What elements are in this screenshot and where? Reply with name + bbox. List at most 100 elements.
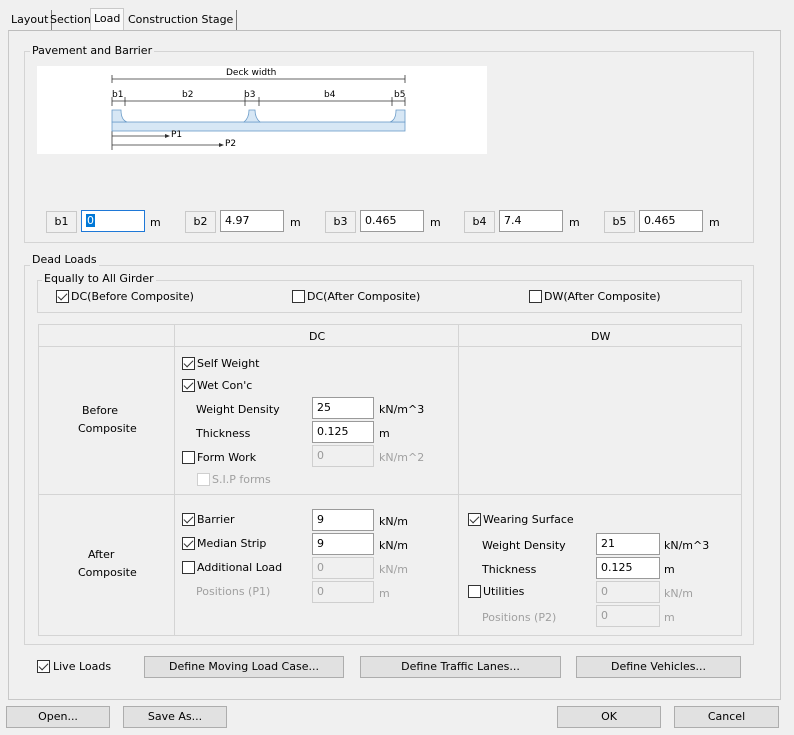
table-divider	[38, 346, 742, 347]
b3-label: b3	[325, 211, 356, 233]
additional-load-input[interactable]: 0	[312, 557, 374, 579]
thickness-unit: m	[379, 427, 390, 440]
p1-label: P1	[171, 130, 183, 140]
open-button[interactable]: Open...	[6, 706, 110, 728]
dc-before-label: DC(Before Composite)	[71, 290, 194, 303]
utilities-label: Utilities	[483, 585, 525, 598]
b1-unit: m	[150, 216, 161, 229]
weight-density-label: Weight Density	[196, 403, 280, 416]
dw-after-checkbox[interactable]	[529, 290, 542, 303]
equally-group-title: Equally to All Girder	[42, 272, 156, 285]
barrier-input[interactable]: 9	[312, 509, 374, 531]
before-label-2: Composite	[78, 422, 137, 435]
b2-dim-label: b2	[182, 90, 194, 100]
median-strip-label: Median Strip	[197, 537, 267, 550]
save-as-button[interactable]: Save As...	[123, 706, 227, 728]
b4-input[interactable]: 7.4	[499, 210, 563, 232]
ws-thickness-label: Thickness	[482, 563, 537, 576]
positions-p2-input[interactable]: 0	[596, 605, 660, 627]
additional-load-label: Additional Load	[197, 561, 283, 574]
col-dw-header: DW	[591, 330, 611, 343]
b3-dim-label: b3	[244, 90, 256, 100]
table-divider	[38, 494, 742, 495]
b1-dim-label: b1	[112, 90, 124, 100]
positions-p1-input[interactable]: 0	[312, 581, 374, 603]
ws-weight-density-label: Weight Density	[482, 539, 566, 552]
wearing-surface-checkbox[interactable]	[468, 513, 481, 526]
before-label-1: Before	[82, 404, 118, 417]
b2-input[interactable]: 4.97	[220, 210, 284, 232]
after-label-2: Composite	[78, 566, 137, 579]
b5-input[interactable]: 0.465	[639, 210, 703, 232]
b5-unit: m	[709, 216, 720, 229]
after-label-1: After	[88, 548, 115, 561]
deck-section-svg	[111, 75, 406, 150]
dc-after-checkbox[interactable]	[292, 290, 305, 303]
ws-thickness-input[interactable]: 0.125	[596, 557, 660, 579]
pavement-group-title: Pavement and Barrier	[30, 44, 155, 57]
b1-input[interactable]: 0	[81, 210, 145, 232]
form-work-unit: kN/m^2	[379, 451, 425, 464]
b4-label: b4	[464, 211, 495, 233]
dead-loads-title: Dead Loads	[30, 253, 99, 266]
thickness-label: Thickness	[196, 427, 251, 440]
b2-unit: m	[290, 216, 301, 229]
b5-label: b5	[604, 211, 635, 233]
barrier-checkbox[interactable]	[182, 513, 195, 526]
ok-button[interactable]: OK	[557, 706, 661, 728]
live-loads-label: Live Loads	[53, 660, 112, 673]
define-vehicles-button[interactable]: Define Vehicles...	[576, 656, 741, 678]
sip-forms-checkbox[interactable]	[197, 473, 210, 486]
median-strip-input[interactable]: 9	[312, 533, 374, 555]
dc-before-checkbox[interactable]	[56, 290, 69, 303]
median-strip-unit: kN/m	[379, 539, 409, 552]
p2-label: P2	[225, 139, 237, 149]
tab-load[interactable]: Load	[90, 8, 125, 30]
utilities-input[interactable]: 0	[596, 581, 660, 603]
self-weight-checkbox[interactable]	[182, 357, 195, 370]
tab-section[interactable]: Section	[47, 10, 95, 30]
positions-p2-unit: m	[664, 611, 675, 624]
b1-label: b1	[46, 211, 77, 233]
define-moving-load-button[interactable]: Define Moving Load Case...	[144, 656, 344, 678]
b3-unit: m	[430, 216, 441, 229]
table-divider	[174, 324, 175, 636]
ws-thickness-unit: m	[664, 563, 675, 576]
wet-conc-label: Wet Con'c	[197, 379, 253, 392]
b3-input[interactable]: 0.465	[360, 210, 424, 232]
utilities-unit: kN/m	[664, 587, 694, 600]
dw-after-label: DW(After Composite)	[544, 290, 661, 303]
deck-diagram: Deck width b1 b2 b3 b4 b5 P1 P2	[37, 66, 487, 154]
b4-dim-label: b4	[324, 90, 336, 100]
cancel-button[interactable]: Cancel	[674, 706, 779, 728]
median-strip-checkbox[interactable]	[182, 537, 195, 550]
ws-weight-density-input[interactable]: 21	[596, 533, 660, 555]
positions-p1-label: Positions (P1)	[196, 585, 271, 598]
weight-density-input[interactable]: 25	[312, 397, 374, 419]
form-work-input[interactable]: 0	[312, 445, 374, 467]
table-divider	[458, 324, 459, 636]
thickness-input[interactable]: 0.125	[312, 421, 374, 443]
b5-dim-label: b5	[394, 90, 406, 100]
barrier-label: Barrier	[197, 513, 235, 526]
b4-unit: m	[569, 216, 580, 229]
form-work-checkbox[interactable]	[182, 451, 195, 464]
live-loads-checkbox[interactable]	[37, 660, 50, 673]
deck-width-label: Deck width	[226, 68, 277, 78]
self-weight-label: Self Weight	[197, 357, 260, 370]
wet-conc-checkbox[interactable]	[182, 379, 195, 392]
define-traffic-lanes-button[interactable]: Define Traffic Lanes...	[360, 656, 561, 678]
positions-p1-unit: m	[379, 587, 390, 600]
b2-label: b2	[185, 211, 216, 233]
tab-layout[interactable]: Layout	[8, 10, 53, 30]
wearing-surface-label: Wearing Surface	[483, 513, 574, 526]
additional-load-checkbox[interactable]	[182, 561, 195, 574]
positions-p2-label: Positions (P2)	[482, 611, 557, 624]
ws-weight-density-unit: kN/m^3	[664, 539, 710, 552]
barrier-unit: kN/m	[379, 515, 409, 528]
additional-load-unit: kN/m	[379, 563, 409, 576]
col-dc-header: DC	[309, 330, 326, 343]
tab-construction-stage[interactable]: Construction Stage	[125, 10, 238, 30]
utilities-checkbox[interactable]	[468, 585, 481, 598]
form-work-label: Form Work	[197, 451, 257, 464]
